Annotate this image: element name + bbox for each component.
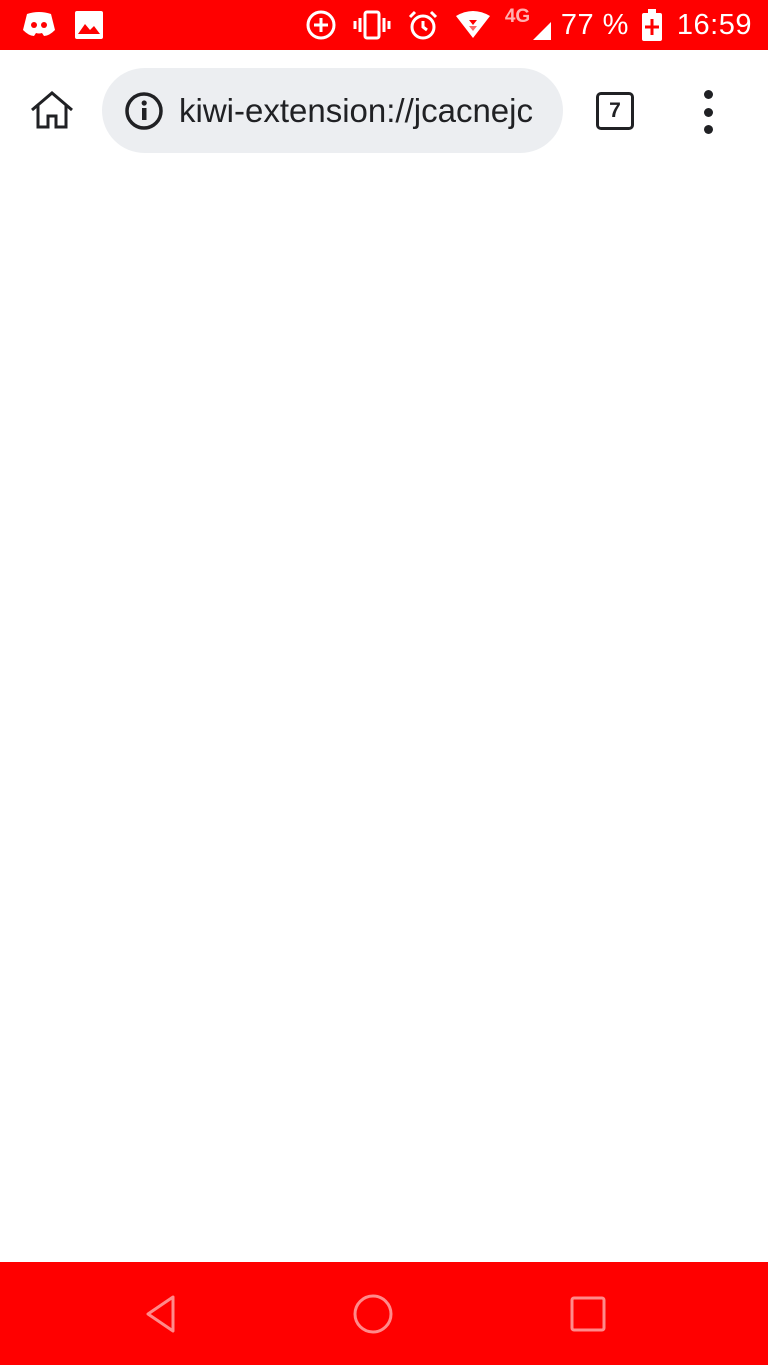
alarm-icon <box>407 9 439 41</box>
home-circle-icon <box>352 1293 394 1339</box>
wifi-icon <box>455 10 491 40</box>
battery-charging-icon <box>641 9 663 41</box>
recents-icon <box>569 1295 607 1337</box>
browser-toolbar: kiwi-extension://jcacnejc 7 <box>0 50 768 172</box>
url-text[interactable]: kiwi-extension://jcacnejc <box>179 68 547 153</box>
image-icon <box>74 10 104 40</box>
home-icon <box>29 90 75 134</box>
status-time: 16:59 <box>676 8 752 41</box>
back-icon <box>140 1294 180 1338</box>
more-vert-icon[interactable] <box>690 90 726 134</box>
home-nav-button[interactable] <box>345 1288 401 1344</box>
recents-button[interactable] <box>560 1288 616 1344</box>
home-button[interactable] <box>24 88 80 136</box>
back-button[interactable] <box>132 1288 188 1344</box>
url-bar[interactable]: kiwi-extension://jcacnejc <box>102 68 563 153</box>
4g-lte-icon: 4G <box>503 6 553 40</box>
battery-percent: 77 % <box>560 8 629 41</box>
status-bar: 4G 77 % 16:59 <box>0 0 768 50</box>
tab-switcher-button[interactable]: 7 <box>596 92 634 130</box>
tab-count: 7 <box>609 99 621 122</box>
discord-icon <box>22 10 56 40</box>
vibrate-icon <box>353 10 391 40</box>
page-content <box>0 172 768 1262</box>
data-saver-icon <box>305 9 337 41</box>
info-icon[interactable] <box>124 91 164 131</box>
navigation-bar <box>0 1262 768 1365</box>
